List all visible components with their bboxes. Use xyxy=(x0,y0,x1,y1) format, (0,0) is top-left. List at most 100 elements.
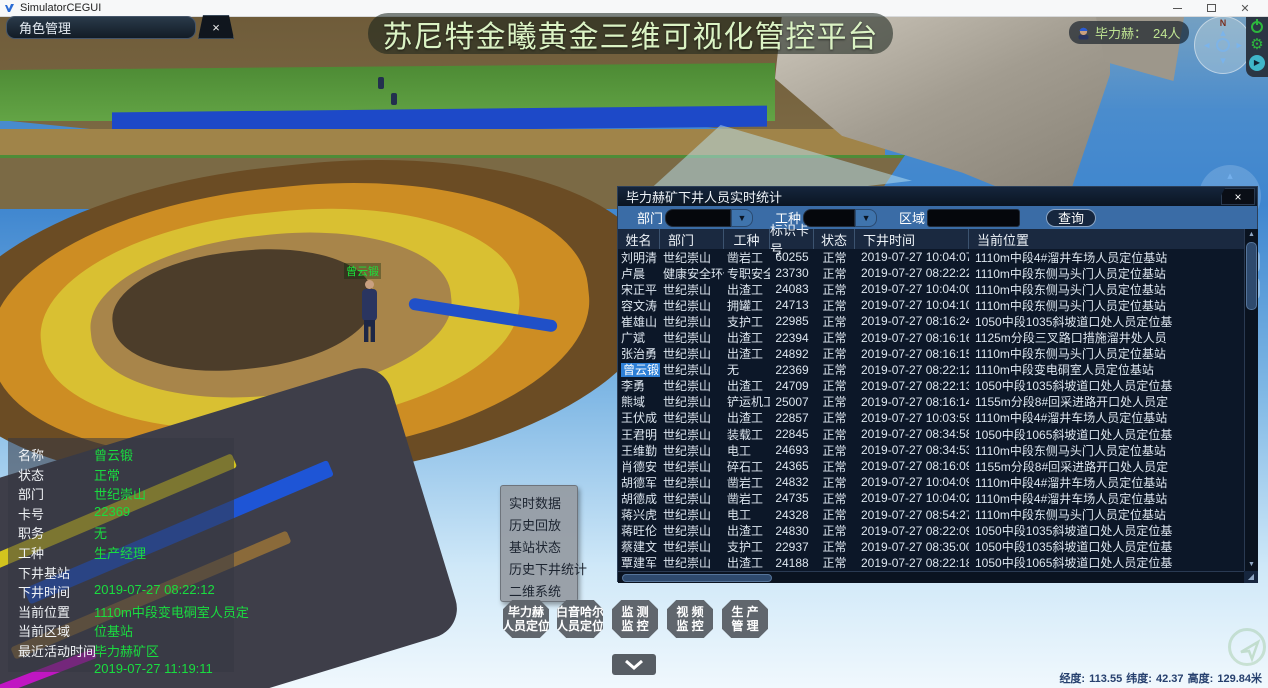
vertical-scrollbar[interactable]: ▲ ▼ xyxy=(1244,229,1258,571)
table-cell: 2019-07-27 08:16:09 xyxy=(855,459,969,473)
close-button[interactable]: ✕ xyxy=(1230,0,1260,16)
query-button[interactable]: 查询 xyxy=(1046,209,1096,227)
table-row[interactable]: 宋正平世纪崇山出渣工24083正常2019-07-27 10:04:001110… xyxy=(618,281,1244,297)
table-cell: 24188 xyxy=(770,556,814,570)
table-cell: 出渣工 xyxy=(724,554,770,571)
detail-value: 曾云锻 xyxy=(94,445,249,465)
table-row[interactable]: 王君明世纪崇山装载工22845正常2019-07-27 08:34:581050… xyxy=(618,426,1244,442)
table-row[interactable]: 蒋旺伦世纪崇山出渣工24830正常2019-07-27 08:22:091050… xyxy=(618,523,1244,539)
altitude-label: 高度: xyxy=(1188,673,1214,685)
table-header: 姓名部门工种标识卡号状态下井时间当前位置 xyxy=(618,229,1244,249)
scroll-up-icon[interactable]: ▲ xyxy=(1245,229,1258,241)
dept-dropdown[interactable] xyxy=(665,209,731,227)
table-row[interactable]: 王伏成世纪崇山出渣工22857正常2019-07-27 10:03:591110… xyxy=(618,410,1244,426)
table-cell: 2019-07-27 08:16:14 xyxy=(855,395,969,409)
dept-filter-label: 部门 xyxy=(637,208,663,227)
table-row[interactable]: 张治勇世纪崇山出渣工24892正常2019-07-27 08:16:151110… xyxy=(618,346,1244,362)
application-window: SimulatorCEGUI ✕ 曾云锻 xyxy=(0,0,1268,688)
area-input[interactable] xyxy=(927,209,1020,227)
detail-label: 状态 xyxy=(18,465,96,485)
menu-item[interactable]: 历史下井统计 xyxy=(509,559,577,581)
table-cell: 世纪崇山 xyxy=(660,281,724,298)
panel-titlebar[interactable]: 毕力赫矿下井人员实时统计 xyxy=(618,187,1257,206)
play-icon[interactable]: ▶ xyxy=(1249,55,1265,71)
table-cell: 电工 xyxy=(724,442,770,459)
nav-button[interactable]: 监 测监 控 xyxy=(612,600,658,638)
role-manager-close-button[interactable]: × xyxy=(198,15,234,39)
chevron-down-icon[interactable]: ▼ xyxy=(855,209,877,227)
table-cell: 1050中段1035斜坡道口处人员定位基 xyxy=(969,313,1244,330)
table-cell: 24892 xyxy=(770,347,814,361)
table-cell: 1110m中段变电硐室人员定位基站 xyxy=(969,361,1244,378)
table-row[interactable]: 广斌世纪崇山出渣工22394正常2019-07-27 08:16:161125m… xyxy=(618,329,1244,345)
table-cell: 正常 xyxy=(814,442,855,459)
table-row[interactable]: 胡德军世纪崇山凿岩工24832正常2019-07-27 10:04:091110… xyxy=(618,474,1244,490)
detail-label: 当前区域 xyxy=(18,621,96,641)
vertical-scroll-thumb[interactable] xyxy=(1246,242,1257,310)
table-row[interactable]: 王维勤世纪崇山电工24693正常2019-07-27 08:34:531110m… xyxy=(618,442,1244,458)
minimize-button[interactable] xyxy=(1162,0,1192,16)
altitude-value: 129.84米 xyxy=(1217,673,1262,685)
detail-value: 22369 xyxy=(94,504,249,524)
gear-icon[interactable]: ⚙ xyxy=(1248,36,1266,54)
table-row[interactable]: 胡德成世纪崇山凿岩工24735正常2019-07-27 10:04:021110… xyxy=(618,490,1244,506)
table-cell: 24693 xyxy=(770,443,814,457)
table-cell: 正常 xyxy=(814,393,855,410)
table-row[interactable]: 蒋兴虎世纪崇山电工24328正常2019-07-27 08:54:271110m… xyxy=(618,507,1244,523)
menu-item[interactable]: 基站状态 xyxy=(509,537,577,559)
table-row[interactable]: 容文涛世纪崇山拥罐工24713正常2019-07-27 10:04:101110… xyxy=(618,297,1244,313)
table-cell: 蔡建文 xyxy=(618,538,660,555)
compass-control[interactable]: N ▴ ▾ ◂ ▸ xyxy=(1194,16,1252,74)
detail-label: 部门 xyxy=(18,484,96,504)
miner-avatar[interactable]: 曾云锻 xyxy=(344,263,396,355)
table-cell: 专职安全员 xyxy=(724,265,770,282)
column-header: 工种 xyxy=(724,229,770,249)
table-cell: 世纪崇山 xyxy=(660,377,724,394)
table-row[interactable]: 熊域世纪崇山铲运机工25007正常2019-07-27 08:16:141155… xyxy=(618,394,1244,410)
table-row[interactable]: 蔡建文世纪崇山支护工22937正常2019-07-27 08:35:001050… xyxy=(618,539,1244,555)
nav-button-label: 人员定位 xyxy=(556,619,604,633)
table-cell: 胡德军 xyxy=(618,474,660,491)
menu-item[interactable]: 二维系统 xyxy=(509,581,577,603)
menu-item[interactable]: 实时数据 xyxy=(509,493,577,515)
table-row[interactable]: 刘明清世纪崇山凿岩工60255正常2019-07-27 10:04:071110… xyxy=(618,249,1244,265)
table-cell: 世纪崇山 xyxy=(660,442,724,459)
table-cell: 2019-07-27 08:34:53 xyxy=(855,443,969,457)
table-row[interactable]: 李勇世纪崇山出渣工24709正常2019-07-27 08:22:131050中… xyxy=(618,378,1244,394)
nav-button[interactable]: 视 频监 控 xyxy=(667,600,713,638)
horizontal-scroll-thumb[interactable] xyxy=(622,574,772,582)
table-cell: 1155m分段8#回采进路开口处人员定 xyxy=(969,458,1244,475)
resize-corner[interactable]: ◢ xyxy=(1244,571,1258,583)
window-title: SimulatorCEGUI xyxy=(20,2,101,14)
table-cell: 24083 xyxy=(770,282,814,296)
table-row[interactable]: 曾云锻世纪崇山无22369正常2019-07-27 08:22:121110m中… xyxy=(618,362,1244,378)
table-row[interactable]: 覃建军世纪崇山出渣工24188正常2019-07-27 08:22:181050… xyxy=(618,555,1244,571)
collapse-panel-button[interactable] xyxy=(612,654,656,675)
table-cell: 正常 xyxy=(814,554,855,571)
scroll-down-icon[interactable]: ▼ xyxy=(1245,559,1258,571)
rotate-down-icon: ▾ xyxy=(1220,54,1226,67)
table-cell: 1110m中段4#溜井车场人员定位基站 xyxy=(969,409,1244,426)
table-cell: 2019-07-27 08:54:27 xyxy=(855,508,969,522)
table-cell: 世纪崇山 xyxy=(660,329,724,346)
table-cell: 碎石工 xyxy=(724,458,770,475)
role-manager-bar[interactable]: 角色管理 xyxy=(6,16,196,39)
panel-close-button[interactable]: × xyxy=(1221,188,1255,205)
power-icon[interactable] xyxy=(1251,21,1263,33)
nav-button[interactable]: 毕力赫人员定位 xyxy=(503,600,549,638)
nav-button[interactable]: 白音哈尔人员定位 xyxy=(557,600,603,638)
table-cell: 正常 xyxy=(814,506,855,523)
table-row[interactable]: 崔雄山世纪崇山支护工22985正常2019-07-27 08:16:241050… xyxy=(618,313,1244,329)
table-cell: 2019-07-27 08:22:12 xyxy=(855,363,969,377)
table-cell: 2019-07-27 08:22:13 xyxy=(855,379,969,393)
table-cell: 凿岩工 xyxy=(724,249,770,266)
table-cell: 2019-07-27 08:22:18 xyxy=(855,556,969,570)
chevron-down-icon[interactable]: ▼ xyxy=(731,209,753,227)
horizontal-scrollbar[interactable] xyxy=(618,571,1244,583)
table-row[interactable]: 肖德安世纪崇山碎石工24365正常2019-07-27 08:16:091155… xyxy=(618,458,1244,474)
table-row[interactable]: 卢晨健康安全环保部专职安全员23730正常2019-07-27 08:22:22… xyxy=(618,265,1244,281)
menu-item[interactable]: 历史回放 xyxy=(509,515,577,537)
nav-button[interactable]: 生 产管 理 xyxy=(722,600,768,638)
maximize-button[interactable] xyxy=(1196,0,1226,16)
table-cell: 正常 xyxy=(814,329,855,346)
